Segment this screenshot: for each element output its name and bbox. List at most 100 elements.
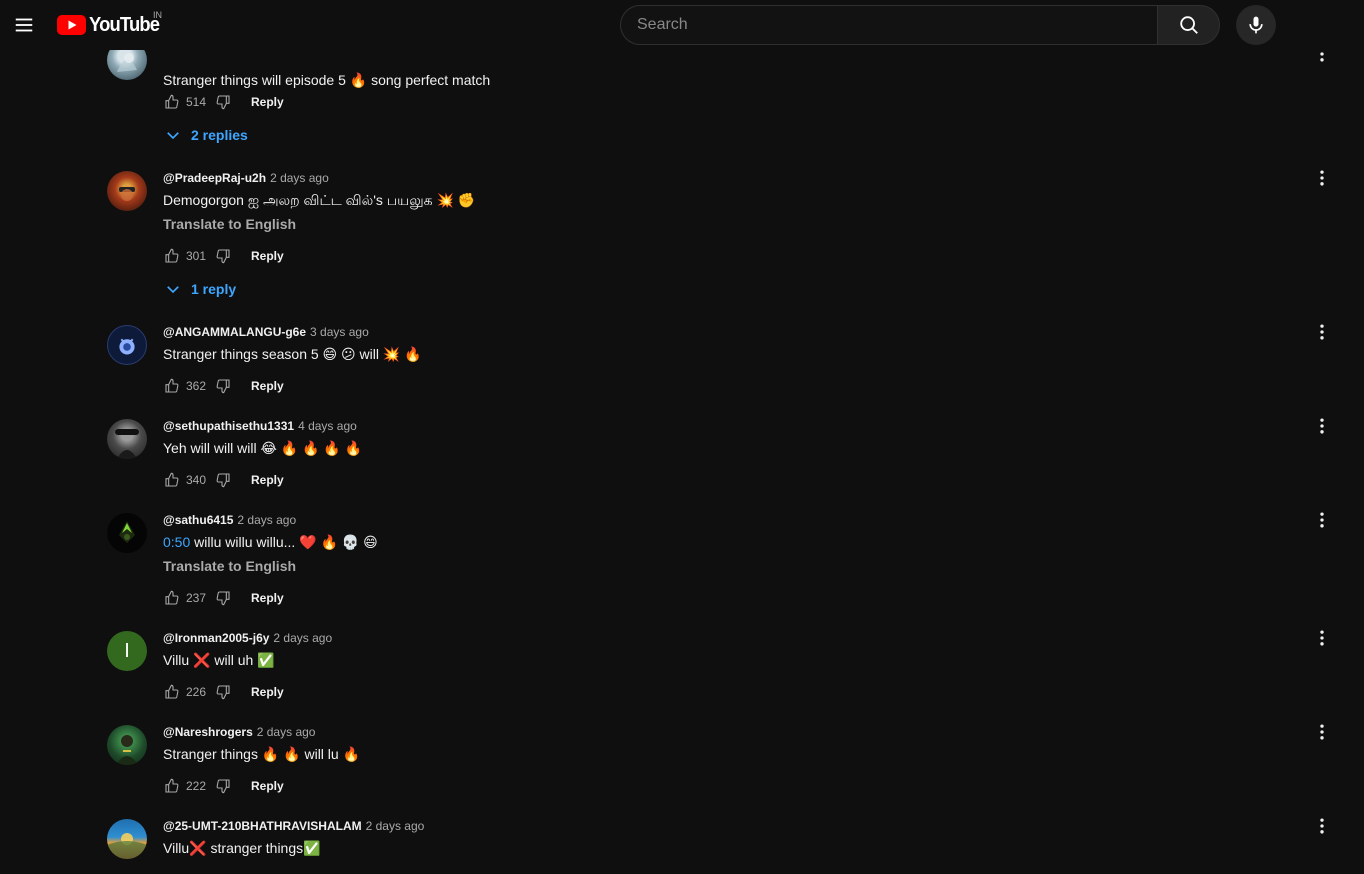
search-button[interactable] (1157, 5, 1220, 45)
comment-meta: @sathu6415 2 days ago (163, 513, 1337, 527)
video-timestamp-link[interactable]: 0:50 (163, 534, 190, 550)
avatar[interactable]: I (107, 631, 147, 671)
reply-button[interactable]: Reply (251, 379, 284, 393)
avatar[interactable] (107, 419, 147, 459)
comment-more-button[interactable] (1310, 320, 1334, 344)
dislike-button[interactable] (214, 777, 232, 795)
comment-more-button[interactable] (1310, 414, 1334, 438)
comment-text: Yeh will will will 😂 🔥 🔥 🔥 🔥 (163, 440, 363, 456)
thumbs-down-icon (216, 379, 230, 394)
like-count: 237 (186, 591, 207, 605)
comment-author[interactable]: @25-UMT-210BHATHRAVISHALAM (163, 819, 362, 833)
comment-time[interactable]: 4 days ago (298, 419, 357, 433)
view-replies-button[interactable]: 2 replies (163, 123, 248, 147)
thumbs-down-icon (216, 249, 230, 264)
like-button[interactable] (163, 377, 181, 395)
thumbs-up-icon (165, 378, 179, 393)
comment-time[interactable]: 2 days ago (237, 513, 296, 527)
more-vert-icon (1320, 724, 1324, 740)
comment-author[interactable]: @Ironman2005-j6y (163, 631, 269, 645)
more-vert-icon (1320, 630, 1324, 646)
reply-button[interactable]: Reply (251, 249, 284, 263)
microphone-icon (1249, 16, 1263, 34)
dislike-button[interactable] (214, 93, 232, 111)
comment-time[interactable]: 2 days ago (257, 725, 316, 739)
like-count: 301 (186, 249, 207, 263)
comment-time[interactable]: 2 days ago (273, 631, 332, 645)
guide-menu-button[interactable] (4, 5, 44, 45)
like-button[interactable] (163, 471, 181, 489)
avatar[interactable] (107, 325, 147, 365)
comment-author[interactable]: @sathu6415 (163, 513, 233, 527)
comment-meta: @ANGAMMALANGU-g6e 3 days ago (163, 325, 1337, 339)
comment-more-button[interactable] (1310, 166, 1334, 190)
like-button[interactable] (163, 683, 181, 701)
comment-actions: 514 Reply (163, 90, 284, 114)
comment-more-button[interactable] (1310, 814, 1334, 838)
thumbs-up-icon (165, 684, 179, 699)
thumbs-down-icon (216, 473, 230, 488)
avatar[interactable] (107, 725, 147, 765)
thumbs-up-icon (165, 248, 179, 263)
comment-body: @ANGAMMALANGU-g6e 3 days ago Stranger thi… (163, 325, 1337, 363)
comment-more-button[interactable] (1310, 508, 1334, 532)
comment-body: @PradeepRaj-u2h 2 days ago Demogorgon ஐ அ… (163, 171, 1337, 234)
like-button[interactable] (163, 247, 181, 265)
comment-body: @Nareshrogers 2 days ago Stranger things … (163, 725, 1337, 763)
thumbs-down-icon (216, 591, 230, 606)
comment-body: @sathu6415 2 days ago 0:50 willu willu wi… (163, 513, 1337, 576)
reply-button[interactable]: Reply (251, 473, 284, 487)
country-code: IN (153, 10, 162, 20)
dislike-button[interactable] (214, 683, 232, 701)
reply-button[interactable]: Reply (251, 591, 284, 605)
avatar[interactable] (107, 819, 147, 859)
comment-author[interactable]: @sethupathisethu1331 (163, 419, 294, 433)
thumbs-up-icon (165, 590, 179, 605)
search-input[interactable] (621, 6, 1157, 44)
comment-time[interactable]: 3 days ago (310, 325, 369, 339)
avatar[interactable] (107, 171, 147, 211)
comment-author[interactable]: @ANGAMMALANGU-g6e (163, 325, 306, 339)
search-icon (1179, 16, 1198, 34)
like-button[interactable] (163, 589, 181, 607)
voice-search-button[interactable] (1236, 5, 1276, 45)
reply-button[interactable]: Reply (251, 95, 284, 109)
youtube-logo[interactable]: YouTube IN (57, 10, 165, 36)
comment-time[interactable]: 2 days ago (270, 171, 329, 185)
comment-more-button[interactable] (1310, 626, 1334, 650)
hamburger-menu-icon (15, 18, 33, 32)
comment-meta: @PradeepRaj-u2h 2 days ago (163, 171, 1337, 185)
comment-text: Stranger things 🔥 🔥 will lu 🔥 (163, 746, 361, 762)
like-button[interactable] (163, 93, 181, 111)
comment-time[interactable]: 2 days ago (366, 819, 425, 833)
thumbs-up-icon (165, 778, 179, 793)
dislike-button[interactable] (214, 589, 232, 607)
avatar[interactable] (107, 513, 147, 553)
comment-actions: 222 Reply (163, 774, 284, 798)
comment-author[interactable]: @Nareshrogers (163, 725, 253, 739)
translate-link[interactable]: Translate to English (163, 558, 296, 575)
comment-more-button[interactable] (1310, 720, 1334, 744)
comment-text-row: 0:50 willu willu willu... ❤️ 🔥 💀 😄 (163, 534, 1337, 551)
reply-button[interactable]: Reply (251, 779, 284, 793)
like-button[interactable] (163, 777, 181, 795)
dislike-button[interactable] (214, 247, 232, 265)
replies-count: 2 replies (191, 127, 248, 143)
like-count: 226 (186, 685, 207, 699)
reply-button[interactable]: Reply (251, 685, 284, 699)
like-count: 514 (186, 95, 207, 109)
comment-meta: @25-UMT-210BHATHRAVISHALAM 2 days ago (163, 819, 1337, 833)
comment-meta: @Ironman2005-j6y 2 days ago (163, 631, 1337, 645)
view-replies-button[interactable]: 1 reply (163, 277, 236, 301)
dislike-button[interactable] (214, 377, 232, 395)
avatar-letter: I (124, 639, 130, 662)
comment-body: @25-UMT-210BHATHRAVISHALAM 2 days ago Vil… (163, 819, 1337, 857)
dislike-button[interactable] (214, 471, 232, 489)
comment-text: Villu❌ stranger things✅ (163, 840, 321, 856)
thumbs-up-icon (165, 94, 179, 109)
more-vert-icon (1320, 324, 1324, 340)
comment-actions: 226 Reply (163, 680, 284, 704)
replies-count: 1 reply (191, 281, 237, 297)
comment-author[interactable]: @PradeepRaj-u2h (163, 171, 266, 185)
translate-link[interactable]: Translate to English (163, 216, 296, 233)
